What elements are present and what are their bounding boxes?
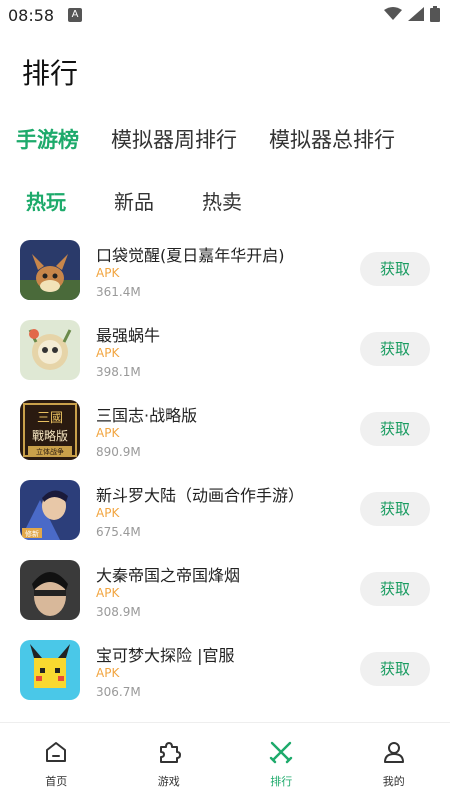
puzzle-icon	[156, 739, 182, 765]
app-size: 361.4M	[96, 285, 141, 299]
wifi-icon	[384, 7, 402, 21]
home-icon	[43, 739, 69, 765]
app-size: 890.9M	[96, 445, 141, 459]
app-size: 398.1M	[96, 365, 141, 379]
status-time: 08:58	[8, 6, 54, 25]
battery-icon	[430, 6, 440, 22]
tab-ranking[interactable]: 排行	[225, 723, 338, 801]
app-type: APK	[96, 346, 119, 360]
app-type: APK	[96, 506, 119, 520]
tab-label: 游戏	[158, 773, 180, 789]
app-size: 675.4M	[96, 525, 141, 539]
get-button[interactable]: 获取	[360, 412, 430, 446]
app-icon[interactable]	[20, 560, 80, 620]
ranking-category-tabs: 手游榜 模拟器周排行 模拟器总排行	[16, 124, 395, 154]
app-icon[interactable]	[20, 640, 80, 700]
signal-icon	[408, 7, 424, 21]
tab-profile[interactable]: 我的	[338, 723, 450, 801]
app-name: 新斗罗大陆（动画合作手游）	[96, 482, 304, 506]
icon-text: 立体战争	[36, 447, 64, 456]
app-name: 三国志·战略版	[96, 402, 197, 426]
app-icon[interactable]: 三國 戰略版 立体战争	[20, 400, 80, 460]
app-icon[interactable]	[20, 240, 80, 300]
app-type: APK	[96, 666, 119, 680]
list-item[interactable]: 修新 新斗罗大陆（动画合作手游） APK 675.4M 获取	[0, 478, 450, 558]
app-list: 口袋觉醒(夏日嘉年华开启) APK 361.4M 获取 最强蜗牛 APK 398…	[0, 238, 450, 722]
app-size: 306.7M	[96, 685, 141, 699]
app-icon[interactable]: 修新	[20, 480, 80, 540]
page-title: 排行	[22, 52, 78, 92]
app-type: APK	[96, 266, 119, 280]
app-type: APK	[96, 586, 119, 600]
get-button[interactable]: 获取	[360, 252, 430, 286]
ranking-sub-tabs: 热玩 新品 热卖	[26, 186, 242, 215]
list-item[interactable]: 宝可梦大探险 |官服 APK 306.7M 获取	[0, 638, 450, 718]
get-button[interactable]: 获取	[360, 572, 430, 606]
app-type: APK	[96, 426, 119, 440]
icon-text: 戰略版	[32, 428, 68, 443]
list-item[interactable]: 三國 戰略版 立体战争 三国志·战略版 APK 890.9M 获取	[0, 398, 450, 478]
app-name: 宝可梦大探险 |官服	[96, 642, 234, 666]
bottom-tab-bar: 首页 游戏 排行 我的	[0, 722, 450, 801]
get-button[interactable]: 获取	[360, 492, 430, 526]
tab-label: 排行	[270, 773, 292, 789]
get-button[interactable]: 获取	[360, 652, 430, 686]
get-button[interactable]: 获取	[360, 332, 430, 366]
notification-icon: A	[68, 8, 82, 22]
tab-label: 首页	[45, 773, 67, 789]
icon-text: 修新	[25, 529, 39, 538]
list-item[interactable]: 最强蜗牛 APK 398.1M 获取	[0, 318, 450, 398]
status-icons	[384, 6, 440, 22]
tab-emulator-weekly[interactable]: 模拟器周排行	[111, 124, 237, 154]
person-icon	[381, 739, 407, 765]
app-size: 308.9M	[96, 605, 141, 619]
list-item[interactable]: 口袋觉醒(夏日嘉年华开启) APK 361.4M 获取	[0, 238, 450, 318]
status-bar: 08:58 A	[0, 0, 450, 32]
tab-mobile-games[interactable]: 手游榜	[16, 124, 79, 154]
subtab-new[interactable]: 新品	[114, 186, 154, 215]
app-name: 大秦帝国之帝国烽烟	[96, 562, 240, 586]
app-name: 最强蜗牛	[96, 322, 160, 346]
tab-home[interactable]: 首页	[0, 723, 113, 801]
crossed-swords-icon	[268, 739, 294, 765]
tab-label: 我的	[383, 773, 405, 789]
subtab-hot[interactable]: 热玩	[26, 186, 66, 215]
tab-emulator-total[interactable]: 模拟器总排行	[269, 124, 395, 154]
subtab-bestselling[interactable]: 热卖	[202, 186, 242, 215]
app-icon[interactable]	[20, 320, 80, 380]
icon-text: 三國	[37, 411, 63, 426]
list-item[interactable]: 大秦帝国之帝国烽烟 APK 308.9M 获取	[0, 558, 450, 638]
app-name: 口袋觉醒(夏日嘉年华开启)	[96, 242, 285, 266]
tab-games[interactable]: 游戏	[113, 723, 226, 801]
